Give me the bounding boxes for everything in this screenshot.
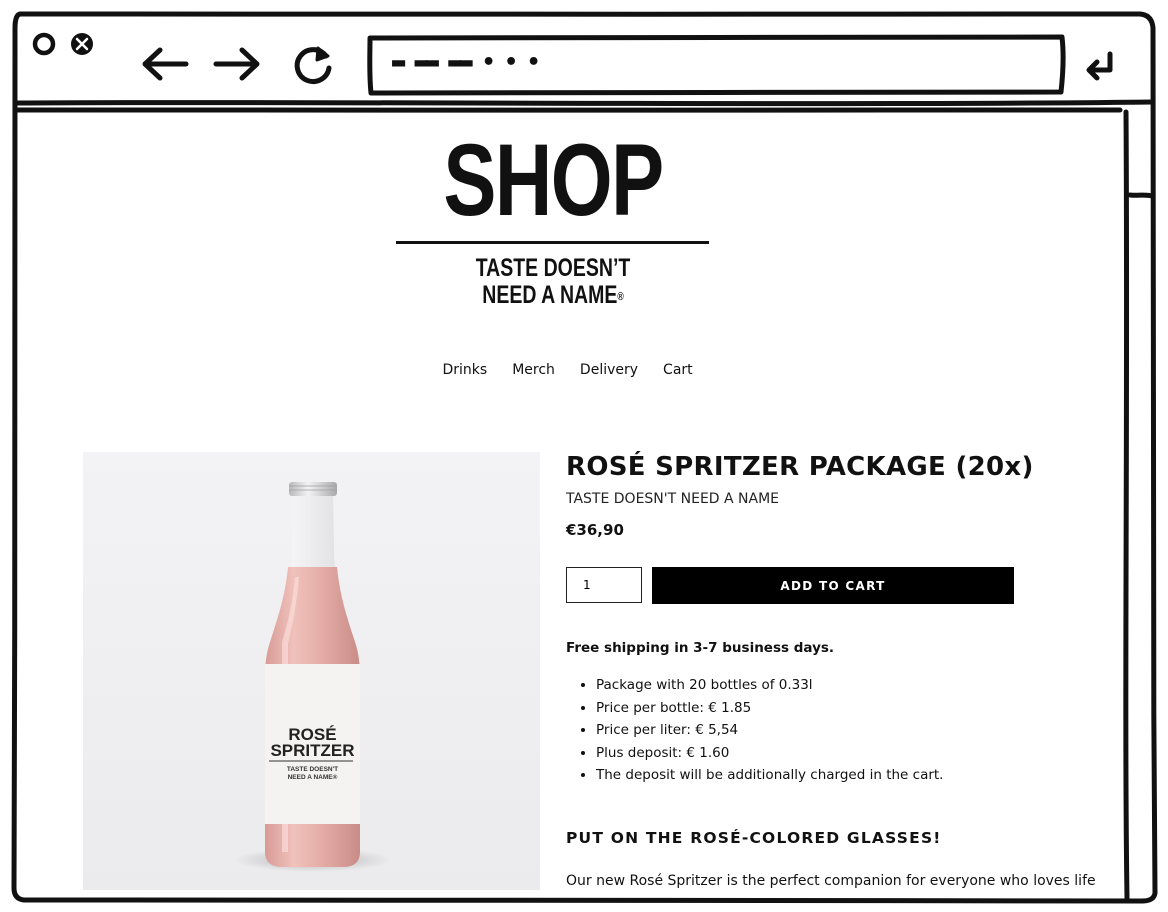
list-item: Price per bottle: € 1.85 <box>596 697 943 720</box>
product-price: €36,90 <box>566 521 624 539</box>
enter-icon[interactable] <box>1084 50 1118 82</box>
bottle-label-line-2: SPRITZER <box>270 741 354 760</box>
nav-delivery[interactable]: Delivery <box>567 362 650 378</box>
address-bar-text[interactable]: ▬ ▬▬ ▬▬ • • • <box>392 50 540 75</box>
add-to-cart-button[interactable]: ADD TO CART <box>652 567 1014 604</box>
main-nav: Drinks Merch Delivery Cart <box>430 362 705 378</box>
tagline: TASTE DOESN’T NEED A NAME® <box>434 255 673 309</box>
product-title: ROSÉ SPRITZER PACKAGE (20x) <box>566 452 1034 482</box>
forward-arrow-icon[interactable] <box>210 44 264 84</box>
tagline-line-1: TASTE DOESN’T <box>475 254 631 282</box>
shipping-info: Free shipping in 3-7 business days. <box>566 640 835 656</box>
product-image: ROSÉ SPRITZER TASTE DOESN'T NEED A NAME® <box>83 452 540 890</box>
list-item: Plus deposit: € 1.60 <box>596 742 943 765</box>
list-item: The deposit will be additionally charged… <box>596 764 943 787</box>
product-details-list: Package with 20 bottles of 0.33l Price p… <box>566 674 943 787</box>
tagline-line-2-text: NEED A NAME <box>482 281 618 309</box>
shop-logo[interactable]: SHOP <box>418 128 688 232</box>
window-close-icon[interactable] <box>30 30 100 60</box>
product-description: Our new Rosé Spritzer is the perfect com… <box>566 873 1096 889</box>
section-heading: PUT ON THE ROSÉ-COLORED GLASSES! <box>566 829 942 847</box>
list-item: Price per liter: € 5,54 <box>596 719 943 742</box>
bottle-label-line-4: NEED A NAME® <box>288 773 338 781</box>
registered-mark: ® <box>617 291 624 303</box>
reload-icon[interactable] <box>288 40 338 90</box>
nav-merch[interactable]: Merch <box>500 362 568 378</box>
product-subtitle: TASTE DOESN'T NEED A NAME <box>566 491 780 507</box>
tagline-line-2: NEED A NAME® <box>434 282 673 309</box>
back-arrow-icon[interactable] <box>138 44 192 84</box>
logo-divider <box>396 241 709 244</box>
nav-cart[interactable]: Cart <box>651 362 706 378</box>
quantity-input[interactable] <box>566 567 642 603</box>
nav-drinks[interactable]: Drinks <box>430 362 500 378</box>
list-item: Package with 20 bottles of 0.33l <box>596 674 943 697</box>
bottle-label-line-3: TASTE DOESN'T <box>287 766 338 773</box>
rose-spritzer-bottle: ROSÉ SPRITZER TASTE DOESN'T NEED A NAME® <box>83 452 540 890</box>
